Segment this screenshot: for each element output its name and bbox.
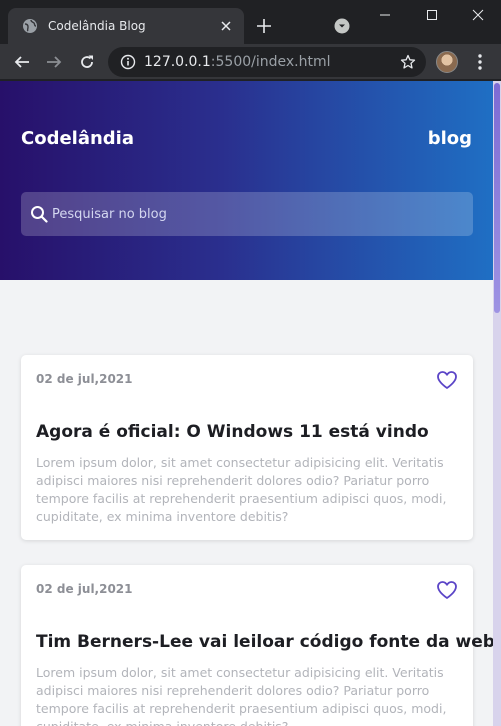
search-input[interactable]	[52, 206, 452, 222]
page-viewport: Codelândia blog 02 de jul,2021 Agora é o…	[0, 81, 501, 726]
browser-toolbar: 127.0.0.1 :5500/index.html	[0, 44, 501, 80]
info-icon[interactable]	[120, 54, 136, 70]
url-path: :5500/index.html	[210, 54, 331, 70]
tab-search-icon[interactable]	[333, 17, 351, 35]
tab-strip: Codelândia Blog	[0, 0, 501, 44]
post-date: 02 de jul,2021	[36, 372, 133, 386]
post-excerpt: Lorem ipsum dolor, sit amet consectetur …	[36, 455, 447, 524]
star-icon[interactable]	[400, 54, 416, 70]
kebab-menu-icon[interactable]	[471, 52, 489, 72]
post-excerpt: Lorem ipsum dolor, sit amet consectetur …	[36, 665, 447, 726]
post-date: 02 de jul,2021	[36, 582, 133, 596]
reload-icon[interactable]	[75, 50, 99, 74]
search-icon	[30, 205, 48, 223]
scrollbar-thumb[interactable]	[494, 83, 500, 313]
site-brand[interactable]: Codelândia	[21, 128, 134, 149]
post-title[interactable]: Tim Berners-Lee vai leiloar código fonte…	[36, 632, 495, 652]
globe-icon	[22, 18, 38, 34]
heart-icon[interactable]	[436, 579, 458, 601]
tab-title: Codelândia Blog	[48, 19, 146, 33]
minimize-icon[interactable]	[362, 0, 408, 30]
forward-arrow-icon[interactable]	[42, 50, 66, 74]
search-box[interactable]	[21, 192, 473, 236]
nav-link-blog[interactable]: blog	[428, 128, 472, 149]
window-close-icon[interactable]	[455, 0, 501, 30]
url-host: 127.0.0.1	[144, 54, 211, 70]
heart-icon[interactable]	[436, 369, 458, 391]
address-bar[interactable]: 127.0.0.1 :5500/index.html	[108, 47, 426, 77]
close-icon[interactable]	[218, 18, 234, 34]
browser-tab[interactable]: Codelândia Blog	[8, 8, 244, 44]
post-card[interactable]: 02 de jul,2021 Agora é oficial: O Window…	[21, 355, 473, 540]
back-arrow-icon[interactable]	[10, 50, 34, 74]
post-card[interactable]: 02 de jul,2021 Tim Berners-Lee vai leilo…	[21, 565, 495, 726]
avatar[interactable]	[436, 51, 458, 73]
post-title[interactable]: Agora é oficial: O Windows 11 está vindo	[36, 422, 461, 442]
plus-icon[interactable]	[254, 16, 274, 36]
page-scrollbar[interactable]	[493, 81, 501, 726]
site-header: Codelândia blog	[0, 81, 493, 280]
maximize-icon[interactable]	[409, 0, 455, 30]
